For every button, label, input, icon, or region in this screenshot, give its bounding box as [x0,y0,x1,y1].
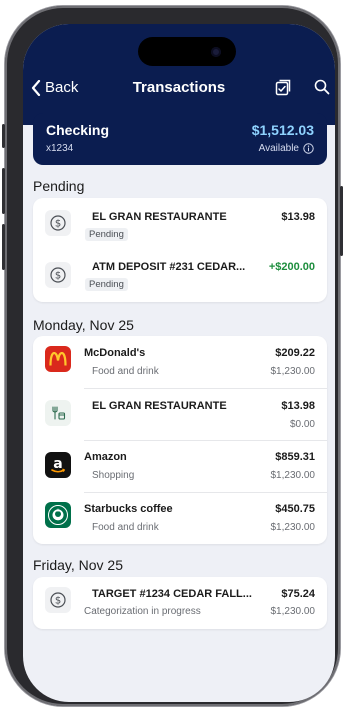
svg-text:$: $ [55,271,61,282]
running-balance: $1,230.00 [270,366,316,377]
transaction-row[interactable]: $ ATM DEPOSIT #231 CEDAR... Pending +$20… [33,250,327,302]
dollar-circle-icon: $ [45,210,71,236]
transaction-category: Categorization in progress [84,606,201,617]
food-drink-icon [45,400,71,426]
transaction-name: ATM DEPOSIT #231 CEDAR... [92,261,246,273]
running-balance: $0.00 [289,419,315,430]
available-label: Available [258,143,299,154]
transaction-category: Food and drink [92,522,159,533]
svg-text:$: $ [55,596,61,607]
transaction-name: Starbucks coffee [84,503,173,515]
running-balance: $1,230.00 [270,606,316,617]
transaction-name: TARGET #1234 CEDAR FALL... [92,588,252,600]
transaction-category: Shopping [92,470,135,481]
transaction-amount: +$200.00 [268,261,315,273]
mcdonalds-logo [45,346,71,372]
account-name: Checking [46,122,110,138]
transaction-name: McDonald's [84,347,146,359]
transaction-amount: $859.31 [275,451,315,463]
dollar-circle-icon: $ [45,587,71,613]
dollar-circle-icon: $ [45,262,71,288]
friday-card: $ TARGET #1234 CEDAR FALL... Categorizat… [33,577,327,629]
section-header-monday: Monday, Nov 25 [33,317,134,333]
transaction-amount: $450.75 [275,503,315,515]
info-icon[interactable] [303,143,314,154]
transaction-category: Food and drink [92,366,159,377]
account-card-overlay[interactable]: Checking x1234 $1,512.03 Available [33,113,327,165]
transactions-content: Checking x1234 $1,512.03 Available Pendi… [23,24,335,702]
transaction-name: EL GRAN RESTAURANTE [92,211,227,223]
volume-down-button [2,224,5,270]
transaction-row[interactable]: a Amazon Shopping $859.31 $1,230.00 [33,440,327,492]
transaction-name: EL GRAN RESTAURANTE [92,400,227,412]
running-balance: $1,230.00 [270,470,316,481]
running-balance: $1,230.00 [270,522,316,533]
status-badge: Pending [85,228,128,241]
transaction-name: Amazon [84,451,127,463]
transaction-amount: $75.24 [281,588,315,600]
transaction-row[interactable]: McDonald's Food and drink $209.22 $1,230… [33,336,327,388]
amazon-logo: a [45,452,71,478]
svg-text:$: $ [55,219,61,230]
svg-text:a: a [53,456,62,472]
account-balance: $1,512.03 [251,122,314,138]
section-header-friday: Friday, Nov 25 [33,557,123,573]
transaction-amount: $13.98 [281,211,315,223]
transaction-row[interactable]: Starbucks coffee Food and drink $450.75 … [33,492,327,544]
monday-card: McDonald's Food and drink $209.22 $1,230… [33,336,327,544]
available-label-group: Available [259,143,314,154]
volume-up-button [2,168,5,214]
status-badge: Pending [85,278,128,291]
transaction-row[interactable]: $ EL GRAN RESTAURANTE Pending $13.98 [33,198,327,250]
transaction-amount: $13.98 [281,400,315,412]
action-button [2,124,5,148]
pending-card: $ EL GRAN RESTAURANTE Pending $13.98 $ A… [33,198,327,302]
section-header-pending: Pending [33,178,85,194]
transaction-amount: $209.22 [275,347,315,359]
account-number: x1234 [46,143,74,154]
transaction-row[interactable]: $ TARGET #1234 CEDAR FALL... Categorizat… [33,577,327,629]
starbucks-logo [45,502,71,528]
power-button [340,186,343,256]
transaction-row[interactable]: EL GRAN RESTAURANTE $13.98 $0.00 [33,388,327,440]
